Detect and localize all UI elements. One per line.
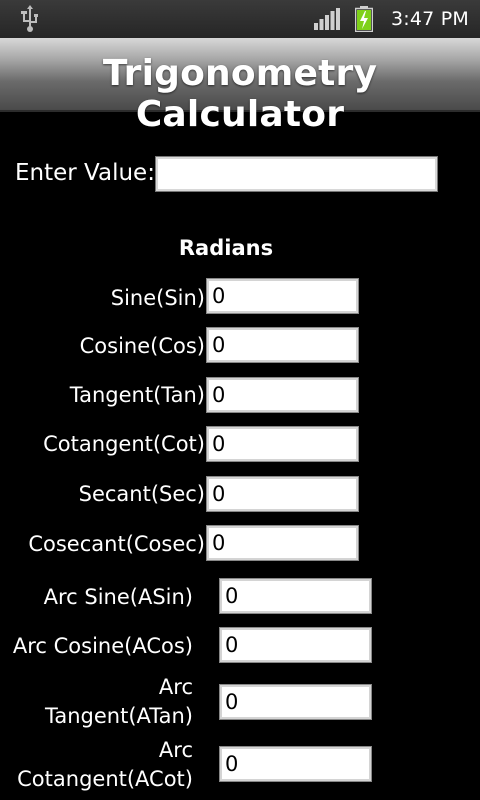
tangent-label: Tangent(Tan) — [69, 383, 205, 407]
secant-label: Secant(Sec) — [78, 482, 205, 506]
tangent-result-field[interactable]: 0 — [206, 377, 359, 413]
signal-icon — [314, 8, 340, 30]
arc-sine-result-field[interactable]: 0 — [219, 578, 372, 614]
clock: 3:47 PM — [391, 8, 469, 30]
arc-cotangent-result-field[interactable]: 0 — [219, 746, 372, 782]
app-title: Trigonometry Calculator — [102, 53, 378, 135]
arc-sine-label: Arc Sine(ASin) — [43, 585, 193, 609]
arc-cotangent-label: Arc Cotangent(ACot) — [17, 738, 193, 791]
arc-cosine-result-field[interactable]: 0 — [219, 627, 372, 663]
enter-value-input[interactable] — [155, 156, 438, 192]
cosine-label: Cosine(Cos) — [79, 334, 205, 358]
enter-value-label: Enter Value: — [15, 160, 155, 186]
title-bar: Trigonometry Calculator — [0, 38, 480, 135]
battery-charging-icon — [355, 6, 373, 32]
usb-icon — [21, 5, 38, 32]
cosine-result-field[interactable]: 0 — [206, 327, 359, 363]
cosecant-result-field[interactable]: 0 — [206, 525, 359, 561]
cotangent-result-field[interactable]: 0 — [206, 426, 359, 462]
status-bar: 3:47 PM — [0, 0, 480, 38]
arc-tangent-label: Arc Tangent(ATan) — [45, 675, 193, 728]
cosecant-label: Cosecant(Cosec) — [28, 532, 205, 556]
radians-heading: Radians — [178, 236, 274, 260]
cotangent-label: Cotangent(Cot) — [43, 432, 205, 456]
secant-result-field[interactable]: 0 — [206, 476, 359, 512]
sine-label: Sine(Sin) — [110, 286, 205, 310]
sine-result-field[interactable]: 0 — [206, 278, 359, 314]
arc-cosine-label: Arc Cosine(ACos) — [12, 634, 193, 658]
arc-tangent-result-field[interactable]: 0 — [219, 684, 372, 720]
